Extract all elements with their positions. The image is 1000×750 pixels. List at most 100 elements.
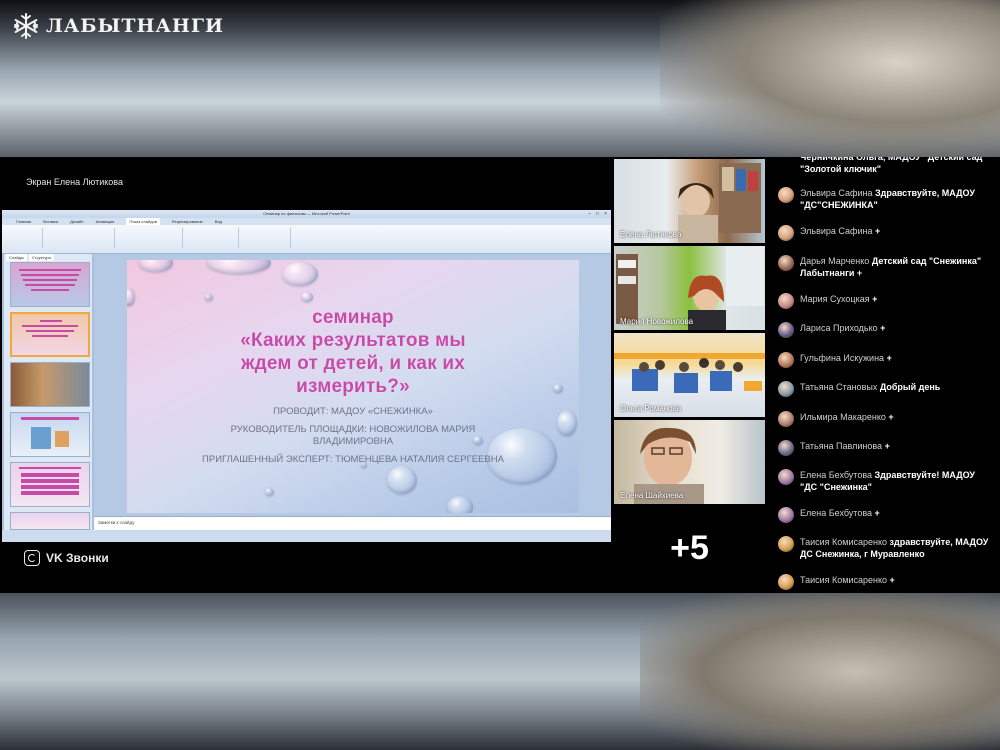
chat-text: Добрый день [879,382,941,392]
avatar [778,411,794,427]
maximize-icon[interactable]: □ [596,211,599,217]
slides-panel-tabs: Слайды Структура [4,254,92,261]
chat-message: Таисия Комисаренко + [778,574,994,590]
chat-message: Ильмира Макаренко + [778,411,994,427]
avatar [778,507,794,523]
ppt-tab[interactable]: Анимация [96,218,115,225]
slide-thumbnail[interactable] [10,262,90,307]
chat-text: + [884,441,890,451]
participant-video-tile[interactable]: Мария Новожилова [614,246,765,330]
ribbon-group[interactable] [2,228,43,248]
avatar [778,322,794,338]
slide-notes[interactable]: Заметки к слайду [94,516,611,531]
chat-author: Мария Сухоцкая [800,294,870,304]
shared-screen-powerpoint[interactable]: Семинар по финансам — Microsoft PowerPoi… [2,210,611,542]
chat-message: Дарья Марченко Детский сад "Снежинка" Ла… [778,255,994,279]
participant-name: Ольга Романова [620,404,682,413]
avatar [778,352,794,368]
chat-text: + [888,412,894,422]
participant-video-tile[interactable]: Елена Лютикова [614,159,765,243]
ppt-tab[interactable]: Главная [16,218,31,225]
video-call-window: Экран Елена Лютикова Семинар по финансам… [0,157,1000,593]
chat-message: Черничкина Ольга, МАДОУ "Детский сад "Зо… [778,157,994,175]
chat-message: Эльвира Сафина + [778,225,994,241]
chat-message: Татьяна Павлинова + [778,440,994,456]
chat-text: + [886,353,892,363]
vk-calls-label: VK Звонки [46,551,109,565]
slide-leader-cont: ВЛАДИМИРОВНА [312,436,394,447]
slide-thumbnail-selected[interactable] [10,312,90,357]
participant-name: Мария Новожилова [620,317,694,326]
avatar [778,536,794,552]
slides-panel: Слайды Структура [4,254,92,530]
chat-author: Таисия Комисаренко [800,537,888,547]
chat-message: Лариса Приходько + [778,322,994,338]
avatar [778,469,794,485]
chat-text: + [880,323,886,333]
ppt-window-title: Семинар по финансам — Microsoft PowerPoi… [263,211,350,216]
avatar [778,381,794,397]
participant-video-tile[interactable]: Ольга Романова [614,333,765,417]
snowflake-icon [14,13,38,39]
screen-share-label: Экран Елена Лютикова [26,177,123,187]
chat-message: Мария Сухоцкая + [778,293,994,309]
ppt-statusbar [2,530,611,542]
ppt-tab[interactable]: Дизайн [70,218,83,225]
notes-placeholder: Заметки к слайду [98,520,135,525]
water-drop [207,260,271,274]
slide-title-line: семинар [312,307,394,328]
chat-author: Татьяна Павлинова [800,441,883,451]
ppt-tab[interactable]: Рецензирование [172,218,203,225]
brand-logo: ЛАБЫТНАНГИ [12,12,224,40]
water-drop [387,466,417,494]
chat-text: + [874,508,880,518]
chat-text: + [874,226,881,236]
avatar [778,574,794,590]
slide-thumbnail[interactable] [10,362,90,407]
avatar [778,440,794,456]
participant-name: Елена Шайхиева [620,491,684,500]
more-participants-tile[interactable]: +5 [614,506,765,590]
chat-author: Ильмира Макаренко [800,412,886,422]
chat-message: Елена Бехбутова Здравствуйте! МАДОУ "ДС … [778,469,994,493]
ribbon-group[interactable] [116,228,183,248]
chat-text: + [889,575,895,585]
participant-video-tile[interactable]: Елена Шайхиева [614,420,765,504]
chat-message: Елена Бехбутова + [778,507,994,523]
thumb-content [21,417,79,449]
vk-calls-brand: VK Звонки [24,550,109,566]
minimize-icon[interactable]: – [588,211,591,217]
thumb-content [19,467,81,495]
ppt-tab[interactable]: Показ слайдов [126,218,160,225]
chat-text: + [872,294,878,304]
ppt-tab[interactable]: Вид [215,218,222,225]
water-drop [265,488,274,496]
logo-text: ЛАБЫТНАНГИ [46,15,224,37]
ribbon-group[interactable] [44,228,115,248]
slide-title-line: измерить?» [296,376,410,397]
slide-thumbnail[interactable] [10,412,90,457]
avatar-hidden [778,157,794,167]
ppt-tab[interactable]: Вставка [43,218,58,225]
current-slide[interactable]: семинар «Каких результатов мы ждем от де… [127,260,579,513]
ppt-ribbon-tabs: Главная Вставка Дизайн Анимация Показ сл… [2,218,611,225]
slide-title: семинар «Каких результатов мы ждем от де… [127,306,579,398]
slide-leader: РУКОВОДИТЕЛЬ ПЛОЩАДКИ: НОВОЖИЛОВА МАРИЯ [230,424,476,435]
ribbon-group[interactable] [240,228,291,248]
chat-text: Черничкина Ольга, МАДОУ "Детский сад "Зо… [800,157,983,174]
chat-author: Гульфина Искужина [800,353,885,363]
slide-thumbnail[interactable] [10,512,90,530]
tab-outline[interactable]: Структура [28,254,54,261]
slide-editor: семинар «Каких результатов мы ждем от де… [94,254,611,530]
chat-message: Татьяна Становых Добрый день [778,381,994,397]
water-drop [205,294,213,301]
chat-author: Елена Бехбутова [800,470,873,480]
slide-thumbnail[interactable] [10,462,90,507]
water-drop [301,292,313,302]
chat-author: Эльвира Сафина [800,226,873,236]
close-icon[interactable]: × [604,211,607,217]
avatar [778,187,794,203]
ribbon-group[interactable] [184,228,239,248]
tab-slides[interactable]: Слайды [6,254,27,261]
water-drop [139,260,173,272]
